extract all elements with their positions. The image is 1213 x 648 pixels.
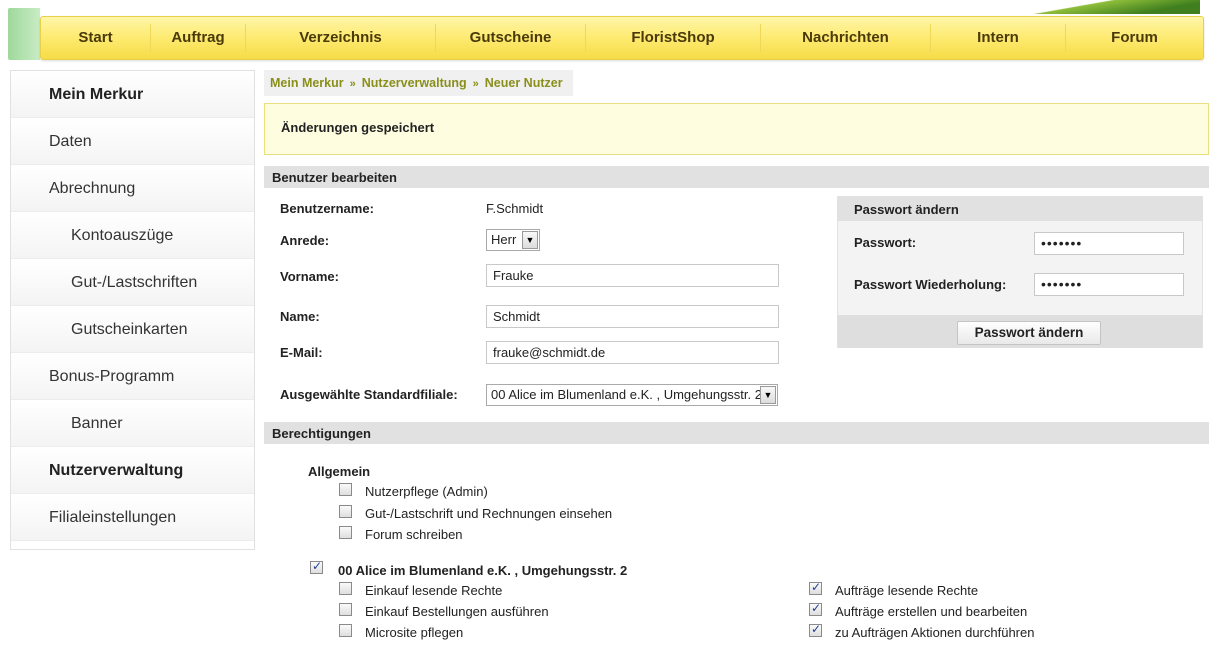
sidebar-item-abrechnung[interactable]: Abrechnung xyxy=(11,165,254,212)
breadcrumb-separator: » xyxy=(349,78,356,90)
breadcrumb-item-nutzerverwaltung[interactable]: Nutzerverwaltung xyxy=(362,76,467,90)
nav-auftrag[interactable]: Auftrag xyxy=(151,24,246,52)
nav-forum[interactable]: Forum xyxy=(1066,24,1203,52)
permissions-branch-title: 00 Alice im Blumenland e.K. , Umgehungss… xyxy=(338,563,628,578)
checkbox-label-microsite: Microsite pflegen xyxy=(365,625,464,640)
username-label: Benutzername: xyxy=(280,201,374,216)
sidebar-item-mein-merkur[interactable]: Mein Merkur xyxy=(11,71,254,118)
chevron-down-icon: ▼ xyxy=(522,231,538,249)
password-change-panel: Passwort ändern Passwort: ••••••• Passwo… xyxy=(837,196,1203,348)
password-repeat-label: Passwort Wiederholung: xyxy=(854,277,1007,292)
section-heading-permissions: Berechtigungen xyxy=(264,422,1209,444)
default-branch-label: Ausgewählte Standardfiliale: xyxy=(280,387,458,402)
checkbox-auftraege-aktionen[interactable] xyxy=(809,622,822,637)
lastname-label: Name: xyxy=(280,309,320,324)
password-label: Passwort: xyxy=(854,235,917,250)
checkbox-forum-schreiben[interactable] xyxy=(339,526,352,539)
change-password-button[interactable]: Passwort ändern xyxy=(957,321,1101,345)
checkbox-branch-alice[interactable] xyxy=(310,559,323,574)
salutation-selected-value: Herr xyxy=(491,232,517,247)
lastname-input[interactable] xyxy=(486,305,779,328)
password-panel-heading: Passwort ändern xyxy=(838,197,1202,221)
nav-intern[interactable]: Intern xyxy=(931,24,1066,52)
checkbox-label-einkauf-lesend: Einkauf lesende Rechte xyxy=(365,583,503,598)
username-value: F.Schmidt xyxy=(486,201,544,216)
sidebar-item-gut-lastschriften[interactable]: Gut-/Lastschriften xyxy=(11,259,254,306)
success-notice: Änderungen gespeichert xyxy=(264,103,1209,155)
checkbox-einkauf-lesend[interactable] xyxy=(339,582,352,595)
breadcrumb: Mein Merkur » Nutzerverwaltung » Neuer Nutze… xyxy=(264,70,573,96)
nav-nachrichten[interactable]: Nachrichten xyxy=(761,24,931,52)
main-navigation: Start Auftrag Verzeichnis Gutscheine Flo… xyxy=(40,16,1204,60)
nav-gutscheine[interactable]: Gutscheine xyxy=(436,24,586,52)
sidebar-item-bonus-programm[interactable]: Bonus-Programm xyxy=(11,353,254,400)
checkbox-label-auftraege-erstellen: Aufträge erstellen und bearbeiten xyxy=(835,604,1028,619)
salutation-select[interactable]: Herr ▼ xyxy=(486,229,540,251)
firstname-input[interactable] xyxy=(486,264,779,287)
nav-floristshop[interactable]: FloristShop xyxy=(586,24,761,52)
salutation-label: Anrede: xyxy=(280,233,330,248)
permissions-general-title-text: Allgemein xyxy=(308,464,371,479)
header-decoration-left xyxy=(8,8,40,60)
breadcrumb-item-neuer-nutzer: Neuer Nutzer xyxy=(484,76,563,90)
checkbox-einkauf-bestellungen[interactable] xyxy=(339,603,352,616)
main-content: Mein Merkur » Nutzerverwaltung » Neuer Nutze… xyxy=(264,70,1209,640)
checkbox-label-gut-lastschrift: Gut-/Lastschrift und Rechnungen einsehen xyxy=(365,506,613,521)
sidebar-item-daten[interactable]: Daten xyxy=(11,118,254,165)
default-branch-select[interactable]: 00 Alice im Blumenland e.K. , Umgehungss… xyxy=(486,384,778,406)
email-label: E-Mail: xyxy=(280,345,323,360)
breadcrumb-item-mein-merkur[interactable]: Mein Merkur xyxy=(270,76,344,90)
sidebar: Mein Merkur Daten Abrechnung Kontoauszüg… xyxy=(10,70,255,550)
checkbox-label-auftraege-aktionen: zu Aufträgen Aktionen durchführen xyxy=(835,625,1035,640)
checkbox-label-nutzerpflege: Nutzerpflege (Admin) xyxy=(365,484,488,499)
checkbox-gut-lastschrift[interactable] xyxy=(339,505,352,518)
section-heading-edit-user: Benutzer bearbeiten xyxy=(264,166,1209,188)
sidebar-item-banner[interactable]: Banner xyxy=(11,400,254,447)
firstname-label: Vorname: xyxy=(280,269,339,284)
default-branch-selected-value: 00 Alice im Blumenland e.K. , Umgehungss… xyxy=(491,387,762,402)
sidebar-item-nutzerverwaltung[interactable]: Nutzerverwaltung xyxy=(11,447,254,494)
checkbox-label-einkauf-bestellungen: Einkauf Bestellungen ausführen xyxy=(365,604,549,619)
checkbox-auftraege-lesend[interactable] xyxy=(809,580,822,595)
breadcrumb-separator: » xyxy=(472,78,479,90)
header-decoration-right xyxy=(900,0,1200,14)
email-input[interactable] xyxy=(486,341,779,364)
sidebar-item-kontoauszuege[interactable]: Kontoauszüge xyxy=(11,212,254,259)
password-input[interactable]: ••••••• xyxy=(1034,232,1184,255)
checkbox-label-forum-schreiben: Forum schreiben xyxy=(365,527,463,542)
nav-verzeichnis[interactable]: Verzeichnis xyxy=(246,24,436,52)
nav-start[interactable]: Start xyxy=(41,24,151,52)
password-repeat-input[interactable]: ••••••• xyxy=(1034,273,1184,296)
checkbox-microsite[interactable] xyxy=(339,624,352,637)
sidebar-item-filialeinstellungen[interactable]: Filialeinstellungen xyxy=(11,494,254,541)
checkbox-nutzerpflege[interactable] xyxy=(339,483,352,496)
sidebar-item-gutscheinkarten[interactable]: Gutscheinkarten xyxy=(11,306,254,353)
chevron-down-icon: ▼ xyxy=(760,386,776,404)
checkbox-auftraege-erstellen[interactable] xyxy=(809,601,822,616)
checkbox-label-auftraege-lesend: Aufträge lesende Rechte xyxy=(835,583,979,598)
